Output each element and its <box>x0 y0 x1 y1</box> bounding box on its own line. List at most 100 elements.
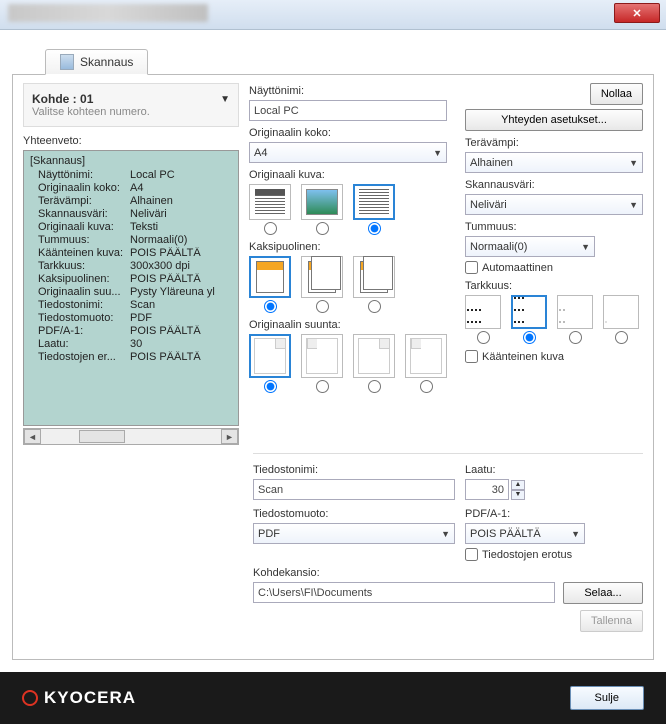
summary-hscroll[interactable]: ◄ ► <box>23 428 239 445</box>
pdfa-select[interactable]: POIS PÄÄLTÄ ▼ <box>465 523 585 544</box>
summary-box: [Skannaus] Näyttönimi:Local PCOriginaali… <box>23 150 239 426</box>
fileformat-label: Tiedostomuoto: <box>253 508 455 520</box>
summary-row: Tarkkuus:300x300 dpi <box>30 260 232 272</box>
summary-key: Tiedostonimi: <box>30 299 130 311</box>
res-3[interactable] <box>557 295 593 329</box>
summary-key: Terävämpi: <box>30 195 130 207</box>
save-button[interactable]: Tallenna <box>580 610 643 632</box>
res-2[interactable] <box>511 295 547 329</box>
duplex-radio-2[interactable] <box>316 300 329 313</box>
duplex-radio-1[interactable] <box>264 300 277 313</box>
chevron-down-icon: ▼ <box>441 529 450 539</box>
orient-radio-4[interactable] <box>420 380 433 393</box>
summary-row: Originaalin suu...Pysty Yläreuna yl <box>30 286 232 298</box>
summary-key: Käänteinen kuva: <box>30 247 130 259</box>
window-title-blur <box>8 4 208 22</box>
density-auto-checkbox[interactable] <box>465 261 478 274</box>
quality-up[interactable]: ▲ <box>511 480 525 490</box>
sharp-select[interactable]: Alhainen ▼ <box>465 152 643 173</box>
displayname-input[interactable] <box>249 100 447 121</box>
summary-row: Originaalin koko:A4 <box>30 182 232 194</box>
origsize-select[interactable]: A4 ▼ <box>249 142 447 163</box>
brand-text: KYOCERA <box>44 688 136 708</box>
orient-3[interactable] <box>353 334 395 378</box>
quality-input[interactable] <box>465 479 509 500</box>
origimage-radio-1[interactable] <box>264 222 277 235</box>
origimage-radio-3[interactable] <box>368 222 381 235</box>
res-4[interactable] <box>603 295 639 329</box>
orient-1[interactable] <box>249 334 291 378</box>
brand-icon <box>22 690 38 706</box>
summary-row: Käänteinen kuva:POIS PÄÄLTÄ <box>30 247 232 259</box>
scroll-left-icon[interactable]: ◄ <box>24 429 41 444</box>
chevron-down-icon: ▼ <box>571 529 580 539</box>
orient-4[interactable] <box>405 334 447 378</box>
scan-icon <box>60 54 74 70</box>
color-label: Skannausväri: <box>465 179 643 191</box>
duplex-long[interactable] <box>301 256 343 298</box>
chevron-down-icon: ▼ <box>581 242 590 252</box>
filesep-checkbox[interactable] <box>465 548 478 561</box>
fileformat-value: PDF <box>258 528 280 540</box>
fileformat-select[interactable]: PDF ▼ <box>253 523 455 544</box>
target-selector[interactable]: Kohde : 01 ▼ Valitse kohteen numero. <box>23 83 239 127</box>
footer-close-button[interactable]: Sulje <box>570 686 644 710</box>
summary-val: POIS PÄÄLTÄ <box>130 273 232 285</box>
duplex-radio-3[interactable] <box>368 300 381 313</box>
summary-row: PDF/A-1:POIS PÄÄLTÄ <box>30 325 232 337</box>
scroll-thumb[interactable] <box>79 430 125 443</box>
res-radio-1[interactable] <box>477 331 490 344</box>
summary-row: Skannausväri:Neliväri <box>30 208 232 220</box>
summary-row: Tiedostojen er...POIS PÄÄLTÄ <box>30 351 232 363</box>
duplex-short[interactable] <box>353 256 395 298</box>
res-radio-2[interactable] <box>523 331 536 344</box>
displayname-label: Näyttönimi: <box>249 85 447 97</box>
summary-val: Normaali(0) <box>130 234 232 246</box>
summary-key: Originaalin koko: <box>30 182 130 194</box>
summary-row: Tummuus:Normaali(0) <box>30 234 232 246</box>
res-radio-3[interactable] <box>569 331 582 344</box>
filename-label: Tiedostonimi: <box>253 464 455 476</box>
tab-scan[interactable]: Skannaus <box>45 49 148 75</box>
summary-key: Tummuus: <box>30 234 130 246</box>
origimage-textphoto[interactable] <box>249 184 291 220</box>
res-radio-4[interactable] <box>615 331 628 344</box>
reset-button[interactable]: Nollaa <box>590 83 643 105</box>
summary-key: PDF/A-1: <box>30 325 130 337</box>
browse-button[interactable]: Selaa... <box>563 582 643 604</box>
quality-label: Laatu: <box>465 464 643 476</box>
summary-val: 300x300 dpi <box>130 260 232 272</box>
sharp-label: Terävämpi: <box>465 137 643 149</box>
footer: KYOCERA Sulje <box>0 672 666 724</box>
pdfa-value: POIS PÄÄLTÄ <box>470 528 541 540</box>
target-value: 01 <box>80 92 93 106</box>
origimage-radio-2[interactable] <box>316 222 329 235</box>
color-select[interactable]: Neliväri ▼ <box>465 194 643 215</box>
density-select[interactable]: Normaali(0) ▼ <box>465 236 595 257</box>
res-1[interactable] <box>465 295 501 329</box>
summary-val: POIS PÄÄLTÄ <box>130 325 232 337</box>
scroll-right-icon[interactable]: ► <box>221 429 238 444</box>
chevron-down-icon: ▼ <box>629 200 638 210</box>
content-frame: Skannaus Kohde : 01 ▼ Valitse kohteen nu… <box>12 74 654 660</box>
titlebar: ✕ <box>0 0 666 30</box>
summary-key: Tiedostojen er... <box>30 351 130 363</box>
connection-settings-button[interactable]: Yhteyden asetukset... <box>465 109 643 131</box>
quality-down[interactable]: ▼ <box>511 490 525 500</box>
summary-val: Scan <box>130 299 232 311</box>
summary-val: Neliväri <box>130 208 232 220</box>
duplex-off[interactable] <box>249 256 291 298</box>
origimage-text[interactable] <box>353 184 395 220</box>
window-close-button[interactable]: ✕ <box>614 3 660 23</box>
summary-val: Local PC <box>130 169 232 181</box>
density-label: Tummuus: <box>465 221 643 233</box>
origimage-photo[interactable] <box>301 184 343 220</box>
orient-radio-3[interactable] <box>368 380 381 393</box>
orient-2[interactable] <box>301 334 343 378</box>
orient-radio-1[interactable] <box>264 380 277 393</box>
orient-radio-2[interactable] <box>316 380 329 393</box>
filename-input[interactable] <box>253 479 455 500</box>
summary-val: Alhainen <box>130 195 232 207</box>
invert-checkbox[interactable] <box>465 350 478 363</box>
folder-input[interactable] <box>253 582 555 603</box>
